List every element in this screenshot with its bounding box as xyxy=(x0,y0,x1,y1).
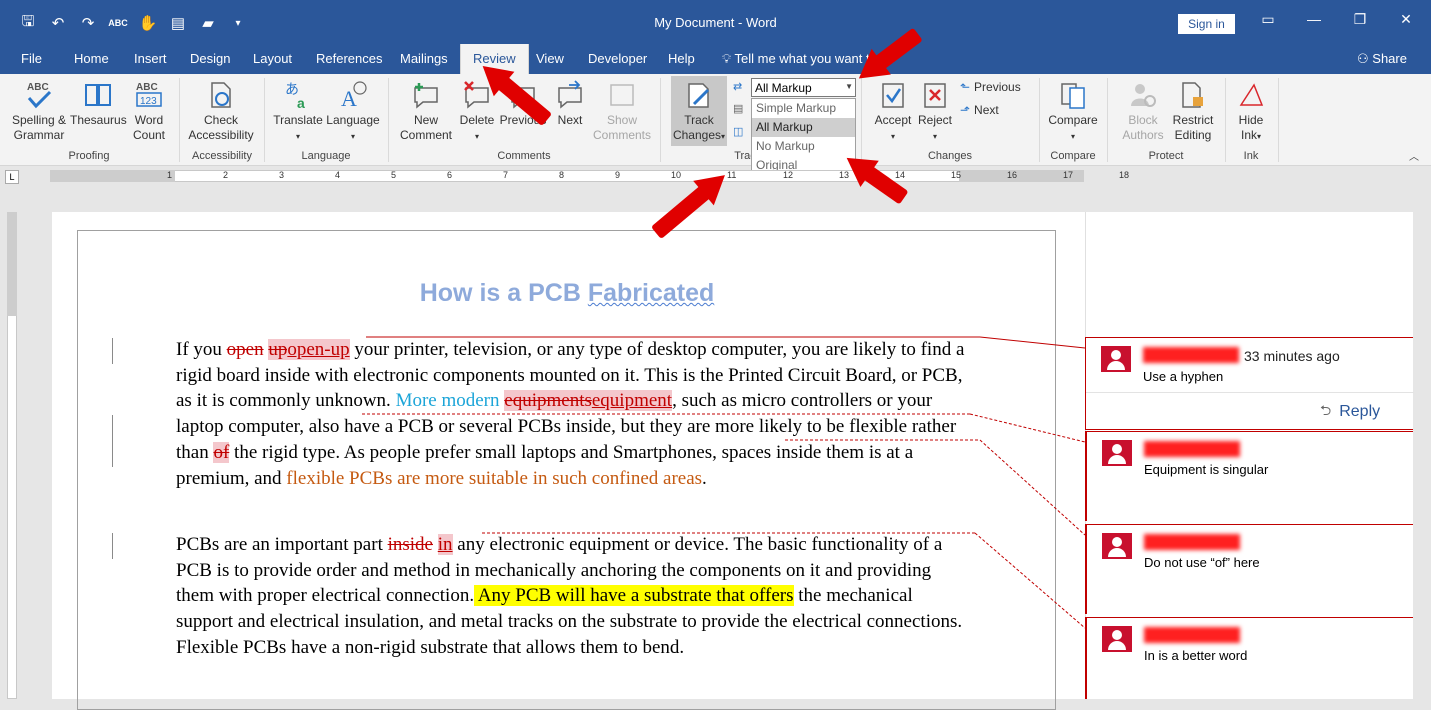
avatar-icon xyxy=(1102,440,1132,466)
comment-text[interactable]: In is a better word xyxy=(1144,648,1247,663)
comment-divider xyxy=(1086,392,1414,393)
comment-text[interactable]: Use a hyphen xyxy=(1143,369,1223,384)
comment-author-redacted xyxy=(1143,347,1239,363)
connector-line xyxy=(979,439,1086,536)
comment-text[interactable]: Equipment is singular xyxy=(1144,462,1268,477)
connector-line xyxy=(969,413,1086,443)
connector-line xyxy=(979,336,1086,349)
reply-button[interactable]: ⮌ Reply xyxy=(1320,400,1380,424)
comment-text[interactable]: Do not use “of” here xyxy=(1144,555,1260,570)
connector-line xyxy=(974,532,1086,629)
avatar-icon xyxy=(1102,533,1132,559)
comment-time: 33 minutes ago xyxy=(1244,348,1340,364)
comment-balloon[interactable]: Equipment is singular xyxy=(1085,431,1413,521)
comment-author-redacted xyxy=(1144,627,1240,643)
avatar-icon xyxy=(1101,346,1131,372)
avatar-icon xyxy=(1102,626,1132,652)
reply-icon: ⮌ xyxy=(1320,402,1332,418)
comment-balloon[interactable]: In is a better word xyxy=(1085,617,1413,699)
comment-author-redacted xyxy=(1144,534,1240,550)
reply-label: Reply xyxy=(1339,403,1381,420)
comment-author-redacted xyxy=(1144,441,1240,457)
comment-balloon[interactable]: Do not use “of” here xyxy=(1085,524,1413,614)
